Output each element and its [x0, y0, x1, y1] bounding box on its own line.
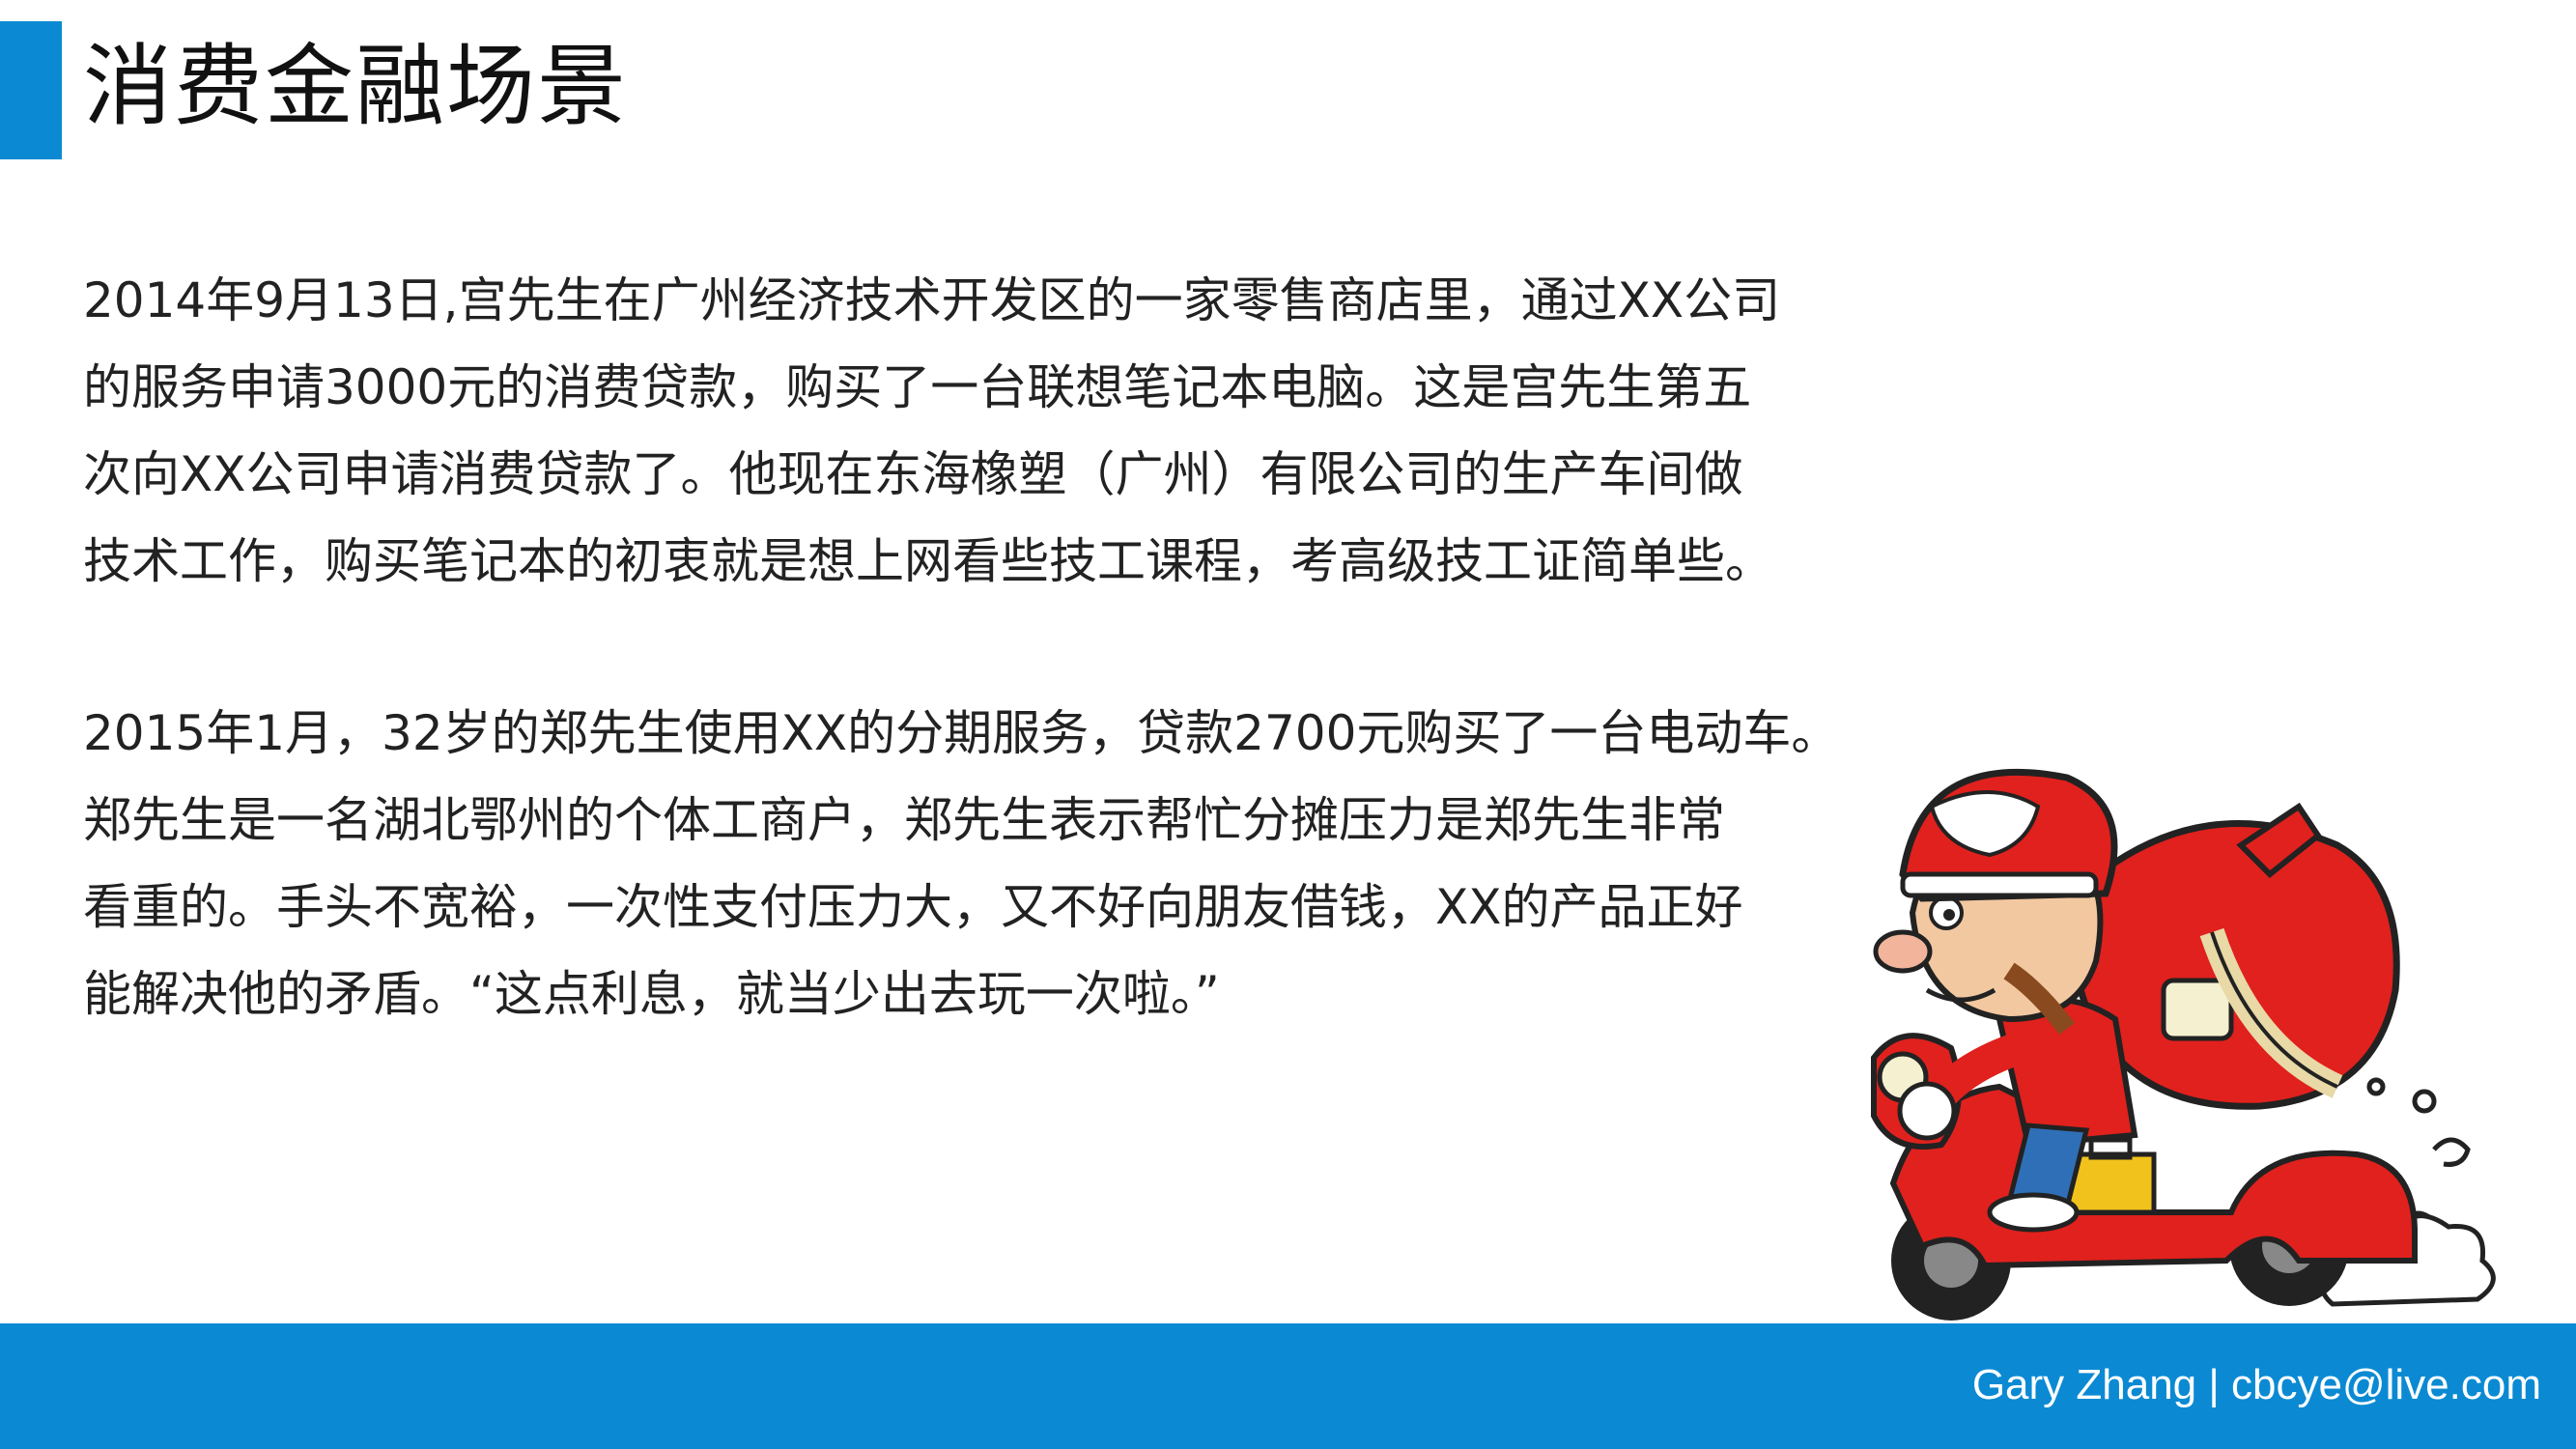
- paragraph-line: 技术工作，购买笔记本的初衷就是想上网看些技工课程，考高级技工证简单些。: [83, 533, 1773, 589]
- paragraph-line: 次向XX公司申请消费贷款了。他现在东海橡塑（广州）有限公司的生产车间做: [83, 446, 1743, 502]
- paragraph-2: 2015年1月，32岁的郑先生使用XX的分期服务，贷款2700元购买了一台电动车…: [83, 690, 1840, 1037]
- paragraph-1: 2014年9月13日,宫先生在广州经济技术开发区的一家零售商店里，通过XX公司 …: [83, 257, 1783, 605]
- footer-credit: Gary Zhang | cbcye@live.com: [1971, 1361, 2541, 1408]
- scooter-rider-illustration: [1871, 768, 2496, 1321]
- footer-bar: Gary Zhang | cbcye@live.com: [0, 1323, 2576, 1449]
- paragraph-line: 的服务申请3000元的消费贷款，购买了一台联想笔记本电脑。这是宫先生第五: [83, 359, 1752, 415]
- title-accent-bar: [0, 21, 62, 159]
- slide: 消费金融场景 2014年9月13日,宫先生在广州经济技术开发区的一家零售商店里，…: [0, 0, 2576, 1449]
- paragraph-line: 能解决他的矛盾。“这点利息，就当少出去玩一次啦。”: [83, 966, 1220, 1022]
- paragraph-line: 郑先生是一名湖北鄂州的个体工商户，郑先生表示帮忙分摊压力是郑先生非常: [83, 792, 1725, 848]
- paragraph-line: 看重的。手头不宽裕，一次性支付压力大，又不好向朋友借钱，XX的产品正好: [83, 879, 1743, 935]
- slide-title: 消费金融场景: [83, 35, 629, 138]
- paragraph-line: 2015年1月，32岁的郑先生使用XX的分期服务，贷款2700元购买了一台电动车…: [83, 705, 1840, 761]
- paragraph-line: 2014年9月13日,宫先生在广州经济技术开发区的一家零售商店里，通过XX公司: [83, 272, 1781, 328]
